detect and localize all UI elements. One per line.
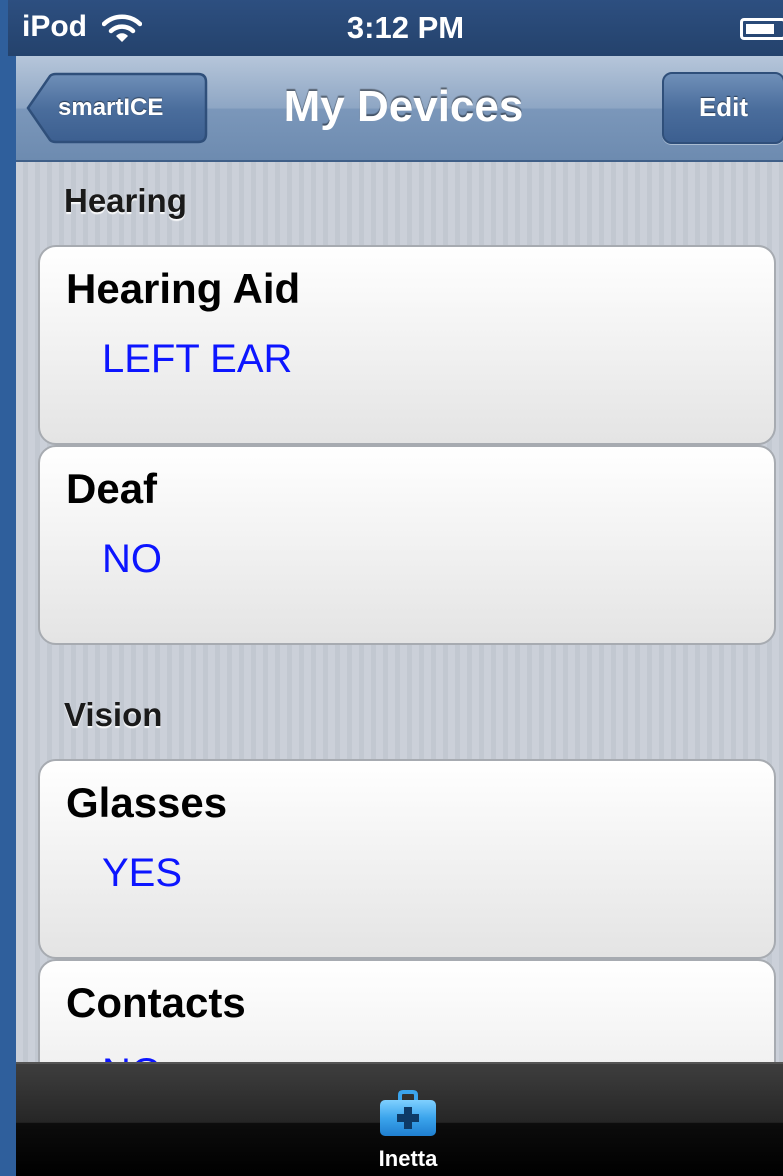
battery-icon [740,18,783,40]
item-value: LEFT EAR [102,337,293,381]
devices-table[interactable]: Hearing Hearing Aid LEFT EAR Deaf NO Vis… [16,162,783,1062]
list-item[interactable]: Deaf NO [38,445,776,645]
section-header-vision: Vision [64,696,163,733]
item-title: Contacts [66,979,246,1026]
item-value: NO [102,537,162,581]
navigation-bar: smartICE My Devices Edit [16,56,783,162]
status-bar: iPod 3:12 PM [8,0,783,56]
medical-kit-icon [380,1090,436,1136]
list-item[interactable]: Glasses YES [38,759,776,959]
list-item[interactable]: Contacts NO [38,959,776,1062]
list-item[interactable]: Hearing Aid LEFT EAR [38,245,776,445]
item-title: Hearing Aid [66,265,301,312]
item-value: NO [102,1051,162,1062]
item-title: Glasses [66,779,228,826]
tab-bar: Inetta [16,1062,783,1176]
section-header-hearing: Hearing [64,182,187,219]
device-screen: iPod 3:12 PM smartICE My Devices Edit He… [0,0,783,1176]
item-value: YES [102,851,183,895]
tab-label: Inetta [378,1146,438,1171]
status-time: 3:12 PM [346,10,465,45]
tab-inetta[interactable]: Inetta [338,1066,468,1176]
item-title: Deaf [66,465,158,512]
edit-button[interactable]: Edit [662,72,783,144]
